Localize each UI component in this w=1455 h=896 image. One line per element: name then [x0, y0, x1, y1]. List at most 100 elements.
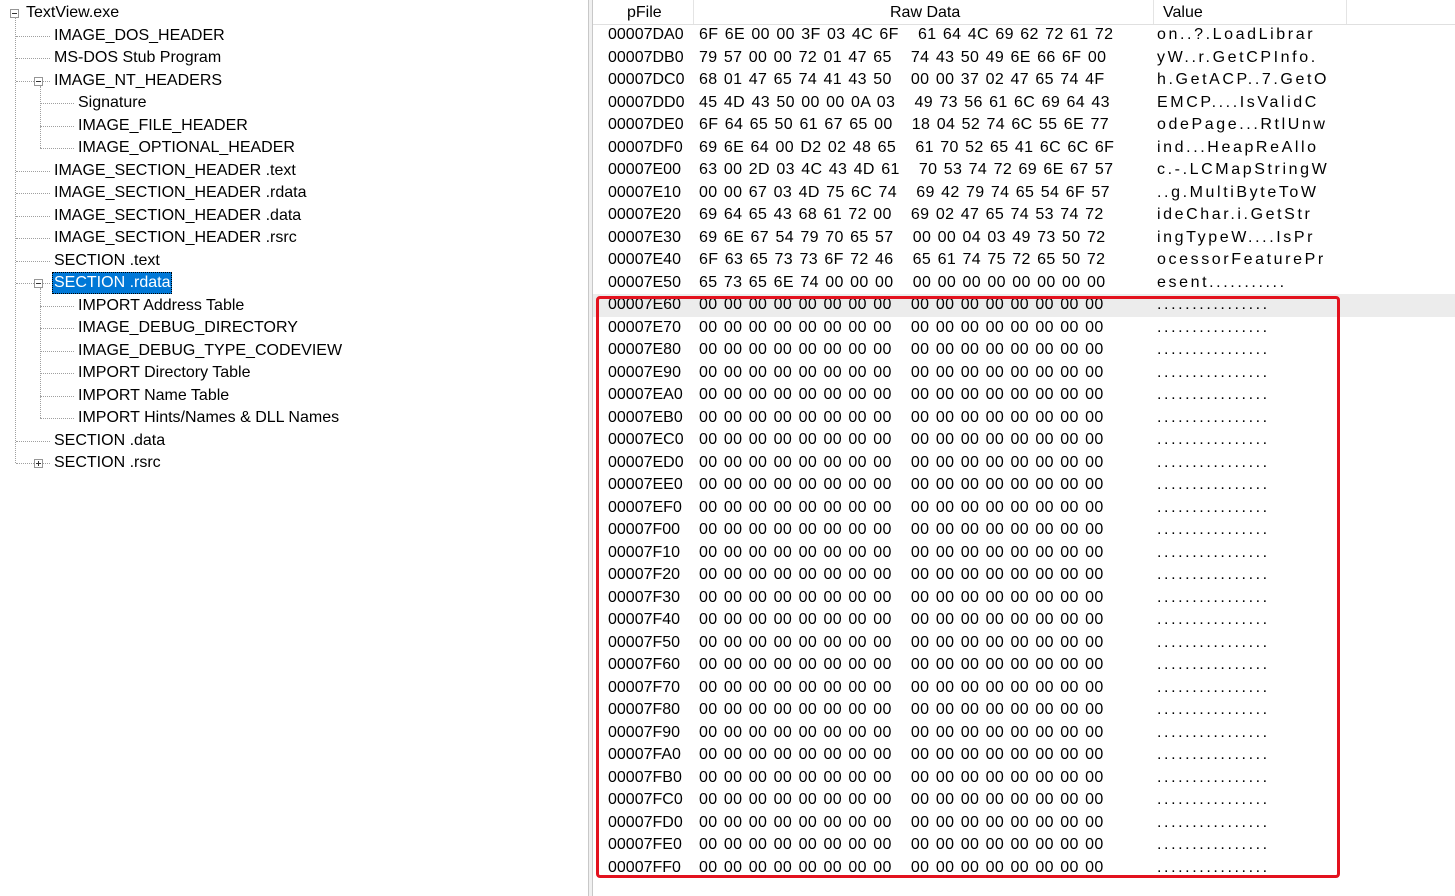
- tree-item-label: IMAGE_SECTION_HEADER .text: [54, 161, 296, 179]
- hex-row[interactable]: 00007EA0 00 00 00 00 00 00 00 00 00 00 00…: [593, 384, 1455, 407]
- hex-row[interactable]: 00007E20 69 64 65 43 68 61 72 00 69 02 47…: [593, 204, 1455, 227]
- tree-item[interactable]: Signature: [76, 92, 149, 114]
- hex-row[interactable]: 00007E70 00 00 00 00 00 00 00 00 00 00 00…: [593, 317, 1455, 340]
- hex-row[interactable]: 00007E30 69 6E 67 54 79 70 65 57 00 00 04…: [593, 227, 1455, 250]
- hex-row[interactable]: 00007DD0 45 4D 43 50 00 00 0A 03 49 73 56…: [593, 92, 1455, 115]
- column-divider[interactable]: [1153, 0, 1154, 24]
- column-divider[interactable]: [693, 0, 694, 24]
- row-ascii-value: ................: [1157, 341, 1270, 358]
- column-header-raw-data[interactable]: Raw Data: [890, 0, 960, 24]
- tree-item[interactable]: IMAGE_OPTIONAL_HEADER: [76, 137, 297, 159]
- tree-connector: [40, 305, 74, 307]
- tree-item[interactable]: IMPORT Hints/Names & DLL Names: [76, 407, 341, 429]
- tree-item[interactable]: IMPORT Address Table: [76, 295, 246, 317]
- tree-item[interactable]: IMPORT Name Table: [76, 385, 231, 407]
- column-header-value[interactable]: Value: [1163, 0, 1203, 24]
- hex-row[interactable]: 00007F40 00 00 00 00 00 00 00 00 00 00 00…: [593, 609, 1455, 632]
- tree-item[interactable]: SECTION .rdata: [52, 272, 173, 294]
- hex-row[interactable]: 00007ED0 00 00 00 00 00 00 00 00 00 00 00…: [593, 452, 1455, 475]
- tree-item[interactable]: IMAGE_DEBUG_DIRECTORY: [76, 317, 300, 339]
- hex-row[interactable]: 00007F90 00 00 00 00 00 00 00 00 00 00 00…: [593, 722, 1455, 745]
- row-ascii-value: ideChar.i.GetStr: [1157, 206, 1313, 223]
- tree-item[interactable]: IMAGE_SECTION_HEADER .text: [52, 160, 298, 182]
- tree-item[interactable]: IMAGE_SECTION_HEADER .data: [52, 205, 303, 227]
- tree-item[interactable]: IMAGE_NT_HEADERS: [52, 70, 224, 92]
- hex-row[interactable]: 00007EF0 00 00 00 00 00 00 00 00 00 00 00…: [593, 497, 1455, 520]
- collapse-icon[interactable]: [34, 279, 43, 288]
- row-offset: 00007EC0: [608, 431, 684, 448]
- tree-connector: [16, 260, 50, 262]
- hex-row[interactable]: 00007F50 00 00 00 00 00 00 00 00 00 00 00…: [593, 632, 1455, 655]
- hex-row[interactable]: 00007F60 00 00 00 00 00 00 00 00 00 00 00…: [593, 654, 1455, 677]
- row-raw-bytes: 00 00 00 00 00 00 00 00 00 00 00 00 00 0…: [699, 296, 1104, 313]
- tree-item-label: IMPORT Directory Table: [78, 364, 251, 381]
- tree-connector: [40, 125, 74, 127]
- row-ascii-value: ................: [1157, 588, 1270, 606]
- row-offset: 00007EE0: [608, 476, 683, 493]
- hex-row[interactable]: 00007EB0 00 00 00 00 00 00 00 00 00 00 00…: [593, 407, 1455, 430]
- tree-connector: [16, 193, 50, 194]
- hex-row[interactable]: 00007EC0 00 00 00 00 00 00 00 00 00 00 00…: [593, 429, 1455, 452]
- hex-row[interactable]: 00007F00 00 00 00 00 00 00 00 00 00 00 00…: [593, 519, 1455, 542]
- tree-item[interactable]: MS-DOS Stub Program: [52, 47, 223, 69]
- hex-row[interactable]: 00007FD0 00 00 00 00 00 00 00 00 00 00 00…: [593, 812, 1455, 835]
- tree-item[interactable]: IMPORT Directory Table: [76, 362, 253, 384]
- hex-row[interactable]: 00007DB0 79 57 00 00 72 01 47 65 74 43 50…: [593, 47, 1455, 70]
- tree-item[interactable]: IMAGE_DEBUG_TYPE_CODEVIEW: [76, 340, 344, 362]
- hex-row[interactable]: 00007FA0 00 00 00 00 00 00 00 00 00 00 00…: [593, 744, 1455, 767]
- tree-root[interactable]: TextView.exe: [8, 2, 121, 24]
- row-offset: 00007FA0: [608, 746, 681, 763]
- row-raw-bytes: 65 73 65 6E 74 00 00 00 00 00 00 00 00 0…: [699, 273, 1106, 291]
- tree-item[interactable]: IMAGE_FILE_HEADER: [76, 115, 250, 137]
- tree-item-label: IMAGE_DEBUG_TYPE_CODEVIEW: [78, 341, 343, 359]
- tree-item[interactable]: SECTION .rsrc: [52, 452, 163, 474]
- row-ascii-value: ................: [1157, 723, 1270, 741]
- row-raw-bytes: 6F 64 65 50 61 67 65 00 18 04 52 74 6C 5…: [699, 116, 1109, 133]
- hex-row[interactable]: 00007DA0 6F 6E 00 00 3F 03 4C 6F 61 64 4C…: [593, 24, 1455, 47]
- hex-row[interactable]: 00007DE0 6F 64 65 50 61 67 65 00 18 04 52…: [593, 114, 1455, 137]
- row-raw-bytes: 00 00 00 00 00 00 00 00 00 00 00 00 00 0…: [699, 408, 1104, 426]
- hex-row[interactable]: 00007DC0 68 01 47 65 74 41 43 50 00 00 37…: [593, 69, 1455, 92]
- collapse-icon[interactable]: [34, 76, 43, 86]
- hex-row[interactable]: 00007F10 00 00 00 00 00 00 00 00 00 00 00…: [593, 542, 1455, 565]
- hex-row[interactable]: 00007E10 00 00 67 03 4D 75 6C 74 69 42 79…: [593, 182, 1455, 205]
- tree-item-label: SECTION .text: [54, 251, 160, 269]
- hex-row[interactable]: 00007F70 00 00 00 00 00 00 00 00 00 00 00…: [593, 677, 1455, 700]
- row-offset: 00007FD0: [608, 813, 683, 831]
- hex-row[interactable]: 00007E40 6F 63 65 73 73 6F 72 46 65 61 74…: [593, 249, 1455, 272]
- row-raw-bytes: 00 00 00 00 00 00 00 00 00 00 00 00 00 0…: [699, 723, 1104, 741]
- tree-connector: [40, 148, 74, 149]
- hex-row[interactable]: 00007E90 00 00 00 00 00 00 00 00 00 00 00…: [593, 362, 1455, 385]
- row-ascii-value: ................: [1157, 678, 1270, 696]
- row-ascii-value: c.-.LCMapStringW: [1157, 161, 1330, 178]
- row-offset: 00007F80: [608, 701, 681, 718]
- hex-row[interactable]: 00007FB0 00 00 00 00 00 00 00 00 00 00 00…: [593, 767, 1455, 790]
- row-offset: 00007F70: [608, 678, 681, 696]
- column-header-pfile[interactable]: pFile: [627, 0, 662, 24]
- row-ascii-value: ................: [1157, 521, 1270, 538]
- hex-row[interactable]: 00007F80 00 00 00 00 00 00 00 00 00 00 00…: [593, 699, 1455, 722]
- tree-connector: [40, 288, 41, 418]
- tree-item[interactable]: IMAGE_SECTION_HEADER .rdata: [52, 182, 309, 204]
- tree-item[interactable]: SECTION .text: [52, 250, 162, 272]
- row-raw-bytes: 00 00 00 00 00 00 00 00 00 00 00 00 00 0…: [699, 318, 1104, 336]
- tree-item[interactable]: IMAGE_DOS_HEADER: [52, 25, 227, 47]
- tree-item-label: SECTION .rsrc: [54, 454, 161, 471]
- row-raw-bytes: 6F 63 65 73 73 6F 72 46 65 61 74 75 72 6…: [699, 251, 1106, 268]
- hex-row[interactable]: 00007EE0 00 00 00 00 00 00 00 00 00 00 00…: [593, 474, 1455, 497]
- hex-row[interactable]: 00007DF0 69 6E 64 00 D2 02 48 65 61 70 52…: [593, 137, 1455, 160]
- hex-row[interactable]: 00007E50 65 73 65 6E 74 00 00 00 00 00 00…: [593, 272, 1455, 295]
- hex-row[interactable]: 00007E80 00 00 00 00 00 00 00 00 00 00 00…: [593, 339, 1455, 362]
- hex-row[interactable]: 00007E60 00 00 00 00 00 00 00 00 00 00 00…: [593, 294, 1455, 317]
- hex-row[interactable]: 00007F30 00 00 00 00 00 00 00 00 00 00 00…: [593, 587, 1455, 610]
- hex-row[interactable]: 00007FF0 00 00 00 00 00 00 00 00 00 00 00…: [593, 857, 1455, 880]
- hex-row[interactable]: 00007E00 63 00 2D 03 4C 43 4D 61 70 53 74…: [593, 159, 1455, 182]
- row-raw-bytes: 00 00 00 00 00 00 00 00 00 00 00 00 00 0…: [699, 588, 1104, 606]
- hex-row[interactable]: 00007F20 00 00 00 00 00 00 00 00 00 00 00…: [593, 564, 1455, 587]
- column-divider[interactable]: [1346, 0, 1347, 24]
- hex-row[interactable]: 00007FE0 00 00 00 00 00 00 00 00 00 00 00…: [593, 834, 1455, 857]
- hex-row[interactable]: 00007FC0 00 00 00 00 00 00 00 00 00 00 00…: [593, 789, 1455, 812]
- expand-icon[interactable]: [34, 459, 43, 468]
- tree-item[interactable]: IMAGE_SECTION_HEADER .rsrc: [52, 227, 299, 249]
- tree-item[interactable]: SECTION .data: [52, 430, 167, 452]
